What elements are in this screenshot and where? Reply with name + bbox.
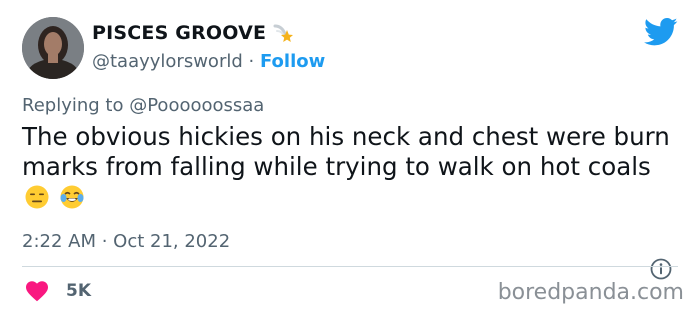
handle-row: @taayylorsworld · Follow (92, 51, 325, 72)
tweet-text: The obvious hickies on his neck and ches… (22, 122, 682, 212)
tweet-timestamp[interactable]: 2:22 AM · Oct 21, 2022 (22, 231, 230, 252)
author-name-row: PISCES GROOVE (92, 22, 294, 44)
avatar[interactable] (22, 17, 84, 79)
author-handle[interactable]: @taayylorsworld (92, 51, 243, 72)
like-row: 5K (25, 280, 91, 302)
reply-handle-link[interactable]: @Poooooossaa (129, 95, 264, 116)
tweet-body: The obvious hickies on his neck and ches… (22, 122, 670, 181)
display-name[interactable]: PISCES GROOVE (92, 22, 266, 44)
heart-icon[interactable] (25, 280, 49, 302)
watermark: boredpanda.com (497, 280, 684, 305)
info-icon[interactable] (650, 258, 672, 280)
separator: · (248, 51, 255, 72)
divider (22, 266, 678, 267)
replying-to: Replying to @Poooooossaa (22, 95, 264, 116)
replying-prefix: Replying to (22, 95, 124, 116)
expressionless-face-icon (25, 185, 49, 209)
follow-button[interactable]: Follow (260, 51, 325, 72)
like-count[interactable]: 5K (66, 281, 91, 301)
tears-of-joy-icon (60, 185, 84, 209)
shooting-star-icon (272, 22, 294, 44)
twitter-bird-icon[interactable] (644, 17, 678, 47)
